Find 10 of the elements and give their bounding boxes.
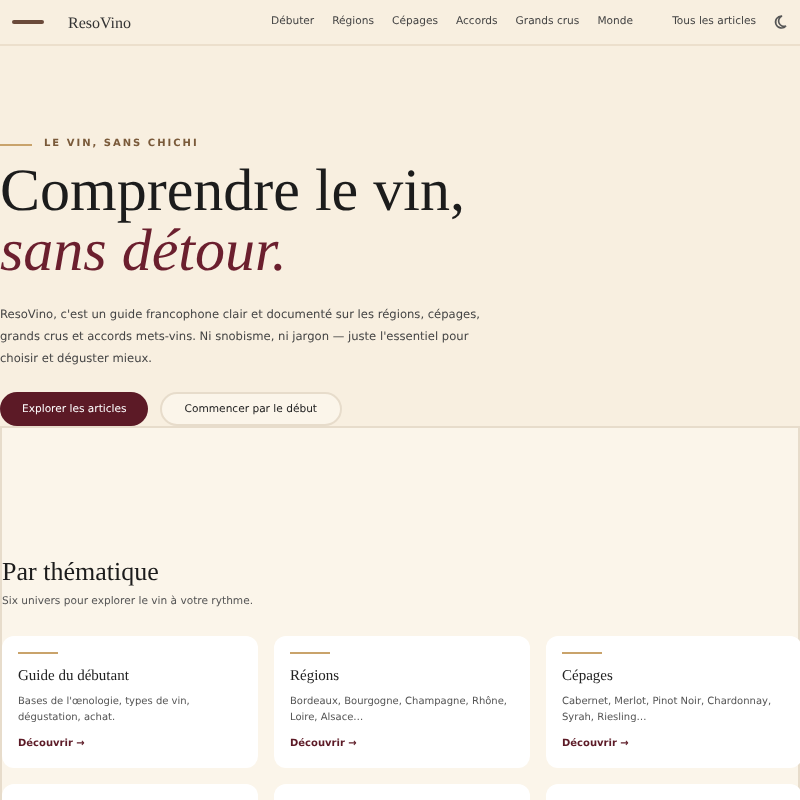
accent-line — [18, 652, 58, 654]
brand-name[interactable]: ResoVino — [68, 13, 132, 31]
accent-line — [0, 143, 32, 145]
hero-subtitle: sans détour. — [0, 222, 287, 282]
accent-line — [290, 652, 330, 654]
theme-toggle-icon[interactable] — [772, 14, 788, 30]
logo-mark-icon[interactable] — [12, 18, 44, 26]
section-title: Par thématique — [2, 556, 161, 588]
accent-line — [562, 652, 602, 654]
hero-title: Comprendre le vin, — [0, 162, 467, 222]
